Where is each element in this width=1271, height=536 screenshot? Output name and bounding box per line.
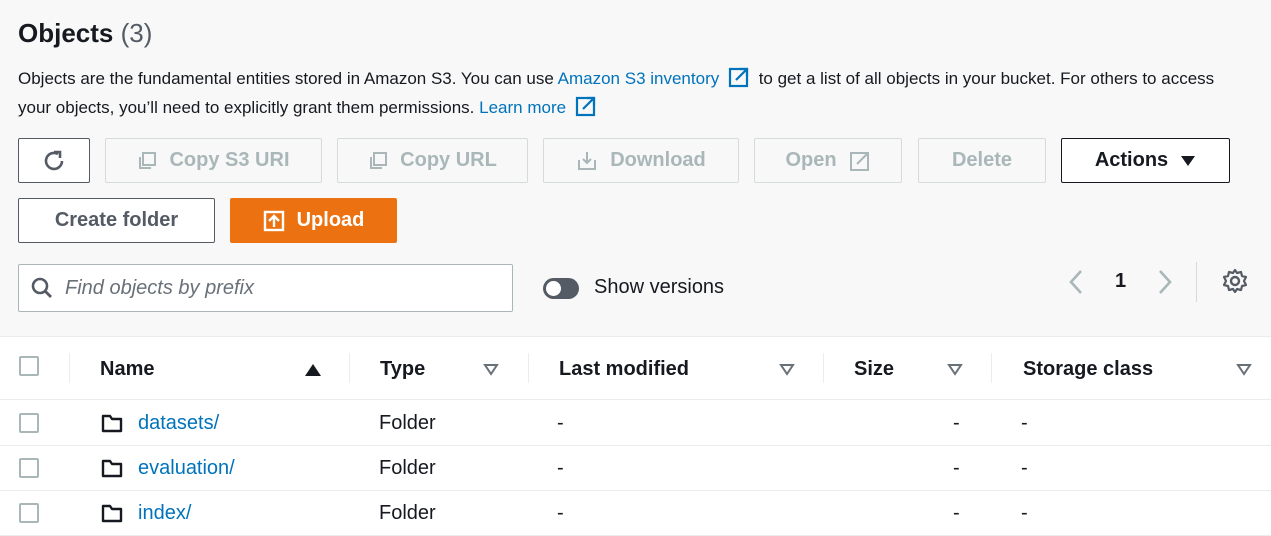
row-checkbox[interactable] [19,413,39,433]
search-input[interactable] [65,276,485,300]
column-divider [69,353,70,383]
learn-more-link[interactable]: Learn more [479,98,566,117]
object-count: (3) [120,18,153,48]
column-divider [349,353,350,383]
show-versions-toggle[interactable] [543,278,579,299]
select-all-checkbox[interactable] [19,356,39,376]
sort-icon[interactable] [1236,363,1252,376]
folder-icon [101,414,123,433]
download-label: Download [610,149,706,171]
copy-url-label: Copy URL [400,149,497,171]
table-header: Name Type Last modified Size Storage cla… [0,336,1271,400]
sort-icon[interactable] [947,363,963,376]
create-folder-button[interactable]: Create folder [18,198,215,243]
search-box[interactable] [18,264,513,312]
description-text-1: Objects are the fundamental entities sto… [18,69,558,88]
column-header-type[interactable]: Type [380,337,425,401]
column-header-size[interactable]: Size [854,337,894,401]
column-header-name[interactable]: Name [100,337,154,401]
delete-label: Delete [951,149,1013,171]
copy-url-button[interactable]: Copy URL [337,138,528,183]
settings-icon[interactable] [1222,268,1248,294]
copy-s3-uri-label: Copy S3 URI [169,149,290,171]
row-checkbox[interactable] [19,458,39,478]
object-storage-class: - [1021,412,1028,434]
copy-icon [370,151,388,169]
search-icon [31,277,52,298]
upload-label: Upload [296,209,365,231]
external-link-icon [849,151,869,171]
external-link-icon[interactable] [728,66,750,88]
object-name-link[interactable]: index/ [138,502,191,525]
inventory-link[interactable]: Amazon S3 inventory [558,69,720,88]
column-header-storage-class[interactable]: Storage class [1023,337,1153,401]
object-size: - [953,502,960,524]
table-row: datasets/ Folder - - - [0,401,1271,446]
copy-s3-uri-button[interactable]: Copy S3 URI [105,138,322,183]
create-folder-label: Create folder [54,209,179,231]
download-icon [578,151,597,170]
pagination-divider [1196,262,1197,302]
object-name-link[interactable]: datasets/ [138,412,219,435]
object-size: - [953,457,960,479]
folder-icon [101,504,123,523]
sort-ascending-icon[interactable] [304,363,322,377]
actions-label: Actions [1094,149,1169,171]
folder-icon [101,459,123,478]
sort-icon[interactable] [779,363,795,376]
delete-button[interactable]: Delete [918,138,1046,183]
title-text: Objects [18,18,114,48]
upload-button[interactable]: Upload [230,198,397,243]
actions-dropdown[interactable]: Actions [1061,138,1230,183]
object-name-link[interactable]: evaluation/ [138,457,235,480]
object-last-modified: - [557,502,564,524]
column-header-last-modified[interactable]: Last modified [559,337,689,401]
open-button[interactable]: Open [754,138,902,183]
chevron-right-icon[interactable] [1155,268,1175,296]
copy-icon [139,151,157,169]
chevron-left-icon[interactable] [1066,268,1086,296]
object-type: Folder [379,502,436,524]
sort-icon[interactable] [483,363,499,376]
current-page[interactable]: 1 [1115,270,1126,293]
table-row: index/ Folder - - - [0,491,1271,536]
column-divider [991,353,992,383]
description: Objects are the fundamental entities sto… [18,64,1248,122]
download-button[interactable]: Download [543,138,739,183]
objects-panel: Objects (3) Objects are the fundamental … [0,0,1271,336]
object-last-modified: - [557,457,564,479]
table-row: evaluation/ Folder - - - [0,446,1271,491]
refresh-button[interactable] [18,138,90,183]
object-last-modified: - [557,412,564,434]
object-storage-class: - [1021,457,1028,479]
refresh-icon [44,150,64,170]
object-type: Folder [379,457,436,479]
external-link-icon[interactable] [575,95,597,117]
caret-down-icon [1181,155,1196,166]
upload-icon [263,210,284,231]
toggle-knob [546,281,561,296]
open-label: Open [785,149,837,171]
object-type: Folder [379,412,436,434]
page-title: Objects (3) [18,18,152,49]
show-versions-label: Show versions [594,276,725,298]
column-divider [823,353,824,383]
column-divider [528,353,529,383]
object-size: - [953,412,960,434]
object-storage-class: - [1021,502,1028,524]
row-checkbox[interactable] [19,503,39,523]
